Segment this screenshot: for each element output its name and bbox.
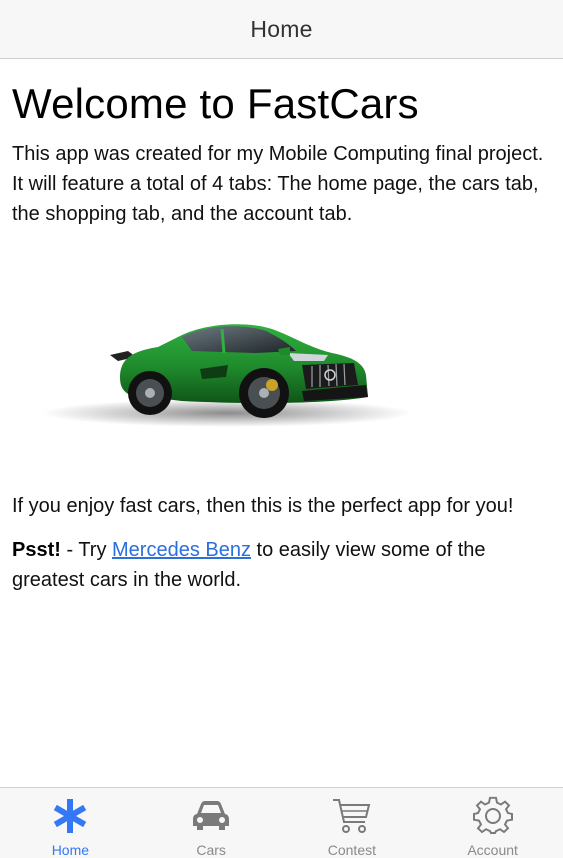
tab-contest[interactable]: Contest	[282, 788, 423, 858]
car-icon	[191, 792, 231, 839]
tab-label: Cars	[196, 842, 226, 858]
page-title: Welcome to FastCars	[12, 80, 419, 127]
main-content: Welcome to FastCars This app was created…	[12, 59, 557, 595]
enjoy-text: If you enjoy fast cars, then this is the…	[12, 495, 514, 517]
header-title: Home	[250, 15, 313, 42]
psst-label: Psst!	[12, 539, 61, 561]
nav-header: Home	[0, 0, 563, 59]
tab-label: Account	[467, 842, 518, 858]
cart-icon	[331, 792, 373, 839]
psst-pre: - Try	[60, 539, 113, 561]
tab-home[interactable]: Home	[0, 788, 141, 858]
tab-account[interactable]: Account	[422, 788, 563, 858]
intro-text: This app was created for my Mobile Compu…	[12, 143, 544, 225]
psst-text: Psst! - Try Mercedes Benz to easily view…	[12, 535, 557, 595]
tab-label: Contest	[327, 842, 376, 858]
tab-cars[interactable]: Cars	[141, 788, 282, 858]
mercedes-benz-link[interactable]: Mercedes Benz	[112, 539, 251, 561]
tab-bar: Home Cars Contest Account	[0, 787, 563, 858]
gear-icon	[472, 792, 513, 839]
asterisk-icon	[50, 792, 90, 839]
car-image	[12, 235, 557, 485]
tab-label: Home	[51, 842, 90, 858]
green-sports-car-image	[42, 324, 412, 427]
